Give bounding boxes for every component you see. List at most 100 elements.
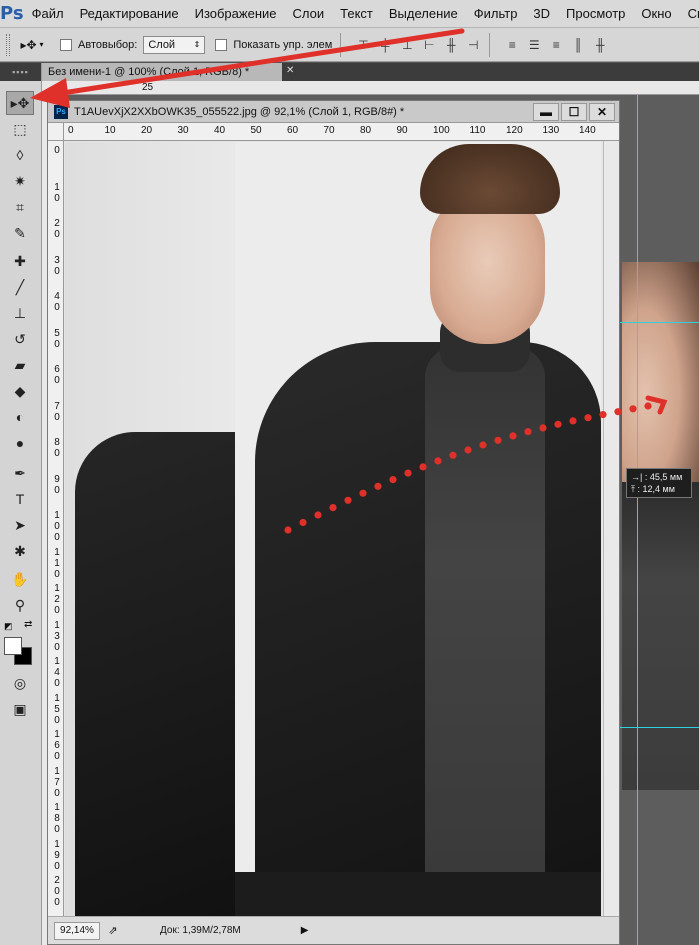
healing-brush-tool-icon[interactable]: ✚ bbox=[6, 249, 34, 273]
status-menu-arrow-icon[interactable]: ▶ bbox=[301, 925, 309, 936]
menu-select[interactable]: Выделение bbox=[381, 6, 466, 21]
grip-handle[interactable] bbox=[6, 33, 10, 56]
menu-type[interactable]: Текст bbox=[332, 6, 381, 21]
menu-filter[interactable]: Фильтр bbox=[466, 6, 526, 21]
menu-edit[interactable]: Редактирование bbox=[72, 6, 187, 21]
foreground-color-swatch[interactable] bbox=[4, 637, 22, 655]
document-window: Ps T1AUevXjX2XXbOWK35_055522.jpg @ 92,1%… bbox=[47, 100, 620, 945]
history-brush-tool-icon[interactable]: ↺ bbox=[6, 327, 34, 351]
show-controls-checkbox[interactable] bbox=[215, 38, 228, 51]
blur-tool-icon[interactable]: ◐ bbox=[6, 405, 34, 429]
document-title: T1AUevXjX2XXbOWK35_055522.jpg @ 92,1% (С… bbox=[74, 105, 405, 118]
move-tool-icon[interactable]: ▸✥ bbox=[6, 91, 34, 115]
menu-3d[interactable]: 3D bbox=[525, 6, 558, 21]
lasso-tool-icon[interactable]: ◊ bbox=[6, 143, 34, 167]
quick-mask-icon[interactable]: ◎ bbox=[6, 671, 34, 695]
ruler-left[interactable]: 0 10 20 30 40 50 60 70 80 90 100 110 120 130 140 150 160… bbox=[48, 141, 64, 916]
share-icon[interactable]: ⇗ bbox=[106, 924, 120, 938]
photo-bottom-strip bbox=[235, 872, 601, 916]
sweater bbox=[425, 347, 545, 872]
crop-tool-icon[interactable]: ⌗ bbox=[6, 195, 34, 219]
chevron-down-icon: ▾ bbox=[39, 40, 44, 49]
pen-tool-icon[interactable]: ✒ bbox=[6, 461, 34, 485]
default-colors-icon[interactable]: ◩ bbox=[4, 621, 14, 631]
vertical-scrollbar[interactable] bbox=[603, 141, 619, 916]
tools-panel-header[interactable]: ▪▪▪▪ bbox=[0, 63, 41, 81]
divider bbox=[340, 32, 342, 57]
menu-image[interactable]: Изображение bbox=[187, 6, 285, 21]
menu-window[interactable]: Окно bbox=[633, 6, 679, 21]
tab-back-document[interactable]: Без имени-1 @ 100% (Слой 1, RGB/8) * bbox=[42, 63, 282, 81]
clone-stamp-tool-icon[interactable]: ⊥ bbox=[6, 301, 34, 325]
path-selection-tool-icon[interactable]: ➤ bbox=[6, 513, 34, 537]
status-bar: 92,14% ⇗ Док: 1,39M/2,78M ▶ bbox=[48, 916, 619, 944]
menu-layer[interactable]: Слои bbox=[285, 6, 333, 21]
zoom-tool-icon[interactable]: ⚲ bbox=[6, 593, 34, 617]
align-bottom-icon[interactable]: ⊥ bbox=[399, 37, 415, 53]
paint-bucket-tool-icon[interactable]: ◆ bbox=[6, 379, 34, 403]
swap-colors-icon[interactable]: ⇄ bbox=[24, 619, 32, 630]
ruler-left-tick: 180 bbox=[54, 802, 60, 835]
offset-y-value: 12,4 мм bbox=[642, 484, 675, 494]
minimize-button[interactable]: ▬ bbox=[533, 102, 559, 121]
ruler-left-tick: 10 bbox=[54, 181, 60, 204]
dropdown-arrows-icon: ⇕ bbox=[193, 40, 201, 49]
autoselect-checkbox[interactable] bbox=[60, 38, 72, 51]
distribute-left-icon[interactable]: ║ bbox=[570, 37, 586, 53]
image-canvas[interactable] bbox=[65, 142, 603, 916]
close-button[interactable]: ✕ bbox=[589, 102, 615, 121]
menu-bar: Ps Файл Редактирование Изображение Слои … bbox=[0, 0, 699, 28]
autoselect-dropdown[interactable]: Слой ⇕ bbox=[143, 35, 206, 54]
hand-tool-icon[interactable]: ✋ bbox=[6, 567, 34, 591]
magic-wand-tool-icon[interactable]: ✷ bbox=[6, 169, 34, 193]
back-ruler-top: 25 bbox=[42, 81, 699, 95]
distribute-bottom-icon[interactable]: ≡ bbox=[548, 37, 564, 53]
align-top-icon[interactable]: ⊤ bbox=[355, 37, 371, 53]
autoselect-value: Слой bbox=[148, 38, 176, 51]
eyedropper-tool-icon[interactable]: ✎ bbox=[6, 221, 34, 245]
dodge-tool-icon[interactable]: ● bbox=[6, 431, 34, 455]
distribute-top-icon[interactable]: ≡ bbox=[504, 37, 520, 53]
align-vcenter-icon[interactable]: ╪ bbox=[377, 37, 393, 53]
ruler-top-tick: 80 bbox=[360, 125, 372, 136]
align-hcenter-icon[interactable]: ╫ bbox=[443, 37, 459, 53]
photoshop-window: Ps Файл Редактирование Изображение Слои … bbox=[0, 0, 699, 945]
ruler-left-tick: 30 bbox=[54, 254, 60, 277]
align-right-icon[interactable]: ⊣ bbox=[465, 37, 481, 53]
guide-line[interactable] bbox=[637, 95, 638, 945]
type-tool-icon[interactable]: T bbox=[6, 487, 34, 511]
autoselect-label: Автовыбор: bbox=[78, 38, 138, 51]
marquee-tool-icon[interactable]: ⬚ bbox=[6, 117, 34, 141]
model-hair bbox=[420, 144, 560, 214]
ruler-left-tick: 200 bbox=[54, 875, 60, 908]
tool-preset-picker[interactable]: ▸✥ ▾ bbox=[14, 33, 50, 57]
ruler-top-tick: 0 bbox=[68, 125, 74, 136]
distribute-hcenter-icon[interactable]: ╫ bbox=[592, 37, 608, 53]
eraser-tool-icon[interactable]: ▰ bbox=[6, 353, 34, 377]
ruler-left-tick: 110 bbox=[54, 546, 60, 580]
measurement-tooltip: →| : 45,5 мм ⤒ : 12,4 мм bbox=[626, 468, 692, 498]
close-icon[interactable]: ✕ bbox=[286, 65, 294, 76]
menu-file[interactable]: Файл bbox=[24, 6, 72, 21]
ruler-top-tick: 110 bbox=[469, 125, 486, 136]
ruler-left-tick: 90 bbox=[54, 473, 60, 496]
ruler-top[interactable]: 0 10 20 30 40 50 60 70 80 90 100 110 120 130 140 bbox=[64, 123, 619, 141]
distribute-vcenter-icon[interactable]: ☰ bbox=[526, 37, 542, 53]
maximize-button[interactable]: ☐ bbox=[561, 102, 587, 121]
screen-mode-icon[interactable]: ▣ bbox=[6, 697, 34, 721]
menu-help[interactable]: Спр bbox=[680, 6, 699, 21]
document-title-bar[interactable]: Ps T1AUevXjX2XXbOWK35_055522.jpg @ 92,1%… bbox=[48, 101, 619, 123]
align-left-icon[interactable]: ⊢ bbox=[421, 37, 437, 53]
ruler-top-tick: 70 bbox=[323, 125, 335, 136]
brush-tool-icon[interactable]: ╱ bbox=[6, 275, 34, 299]
show-controls-label: Показать упр. элем bbox=[233, 38, 333, 51]
model-face bbox=[430, 194, 545, 344]
ruler-corner[interactable] bbox=[48, 123, 64, 141]
ruler-left-tick: 170 bbox=[54, 765, 60, 799]
zoom-level-field[interactable]: 92,14% bbox=[54, 921, 100, 940]
ruler-left-tick: 120 bbox=[54, 583, 60, 616]
custom-shape-tool-icon[interactable]: ✱ bbox=[6, 539, 34, 563]
menu-view[interactable]: Просмотр bbox=[558, 6, 633, 21]
ruler-top-tick: 140 bbox=[579, 125, 596, 136]
app-logo: Ps bbox=[0, 3, 24, 24]
